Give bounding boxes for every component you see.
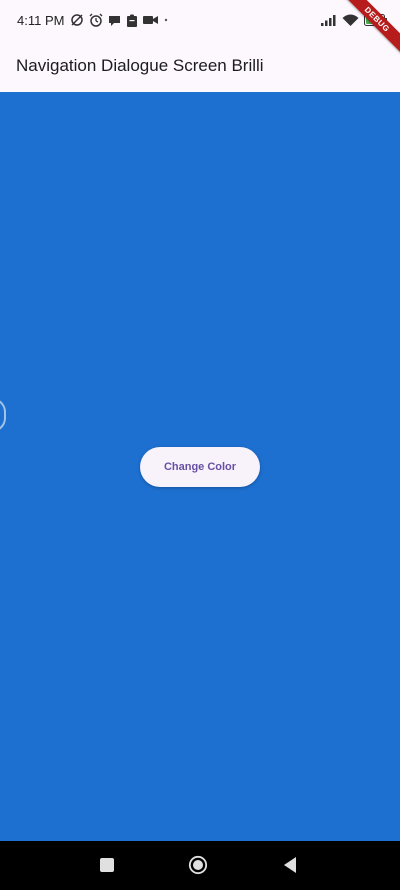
home-icon[interactable]	[188, 855, 208, 875]
alarm-icon	[89, 13, 103, 27]
main-content: Change Color	[0, 92, 400, 841]
change-color-button[interactable]: Change Color	[140, 447, 260, 487]
notification-icons	[70, 13, 169, 27]
video-camera-icon	[143, 13, 159, 27]
status-bar: 4:11 PM	[0, 0, 400, 40]
status-time: 4:11 PM	[17, 12, 65, 28]
app-screen: 4:11 PM Navigation Dialogue Screen Brill…	[0, 0, 400, 890]
back-icon[interactable]	[280, 855, 300, 875]
data-saver-icon	[70, 13, 84, 27]
recent-apps-icon[interactable]	[97, 855, 117, 875]
page-title: Navigation Dialogue Screen Brilli	[16, 56, 264, 75]
clipboard-icon	[126, 13, 138, 27]
app-bar: Navigation Dialogue Screen Brilli	[0, 40, 400, 92]
back-gesture-indicator	[0, 398, 6, 432]
system-nav-bar	[0, 841, 400, 890]
chat-bubble-icon	[108, 13, 121, 27]
dot-icon	[163, 13, 169, 27]
signal-icon	[321, 13, 337, 27]
wifi-icon	[342, 13, 359, 27]
